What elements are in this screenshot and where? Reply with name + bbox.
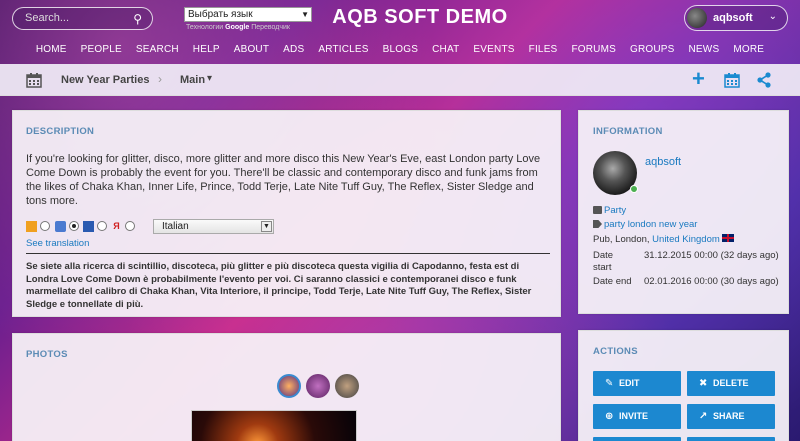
- photo-thumbnail[interactable]: [335, 374, 359, 398]
- credit-prefix: Технологии: [186, 24, 224, 31]
- breadcrumb-item-main[interactable]: Main: [180, 74, 205, 86]
- user-menu[interactable]: aqbsoft ⌄: [684, 5, 788, 31]
- share-icon[interactable]: [756, 72, 772, 88]
- more-action-button[interactable]: [687, 437, 775, 441]
- language-select-value: Выбрать язык: [188, 9, 253, 20]
- edit-button[interactable]: ✎ EDIT: [593, 371, 681, 396]
- calendar-icon: [26, 73, 42, 88]
- chevron-down-icon[interactable]: ▾: [207, 73, 212, 84]
- photo-thumbnail[interactable]: [306, 374, 330, 398]
- panel-title: INFORMATION: [593, 126, 663, 137]
- edit-icon: ✎: [605, 378, 614, 389]
- flag-uk-icon: [721, 234, 734, 242]
- language-select[interactable]: Выбрать язык ▼: [184, 7, 312, 22]
- translated-text: Se siete alla ricerca di scintillio, dis…: [26, 261, 532, 310]
- translator-radio[interactable]: [97, 221, 107, 231]
- chevron-down-icon: ▼: [261, 221, 272, 232]
- online-status-icon: [630, 185, 638, 193]
- breadcrumb: New Year Parties › Main ▾ +: [0, 64, 800, 96]
- nav-news[interactable]: NEWS: [682, 44, 727, 55]
- user-name: aqbsoft: [713, 12, 753, 24]
- nav-about[interactable]: ABOUT: [227, 44, 276, 55]
- nav-forums[interactable]: FORUMS: [564, 44, 623, 55]
- translator-logo-icon: [83, 221, 94, 232]
- information-panel: INFORMATION aqbsoft Party party london n…: [578, 110, 789, 314]
- plus-circle-icon: ⊕: [605, 411, 614, 422]
- calendar-icon[interactable]: [724, 72, 740, 88]
- nav-chat[interactable]: CHAT: [425, 44, 466, 55]
- photo-thumbnails: [277, 374, 367, 400]
- divider: [26, 253, 550, 254]
- chevron-down-icon: ⌄: [768, 11, 777, 22]
- invite-label: INVITE: [619, 411, 649, 421]
- actions-panel: ACTIONS ✎ EDIT ✖ DELETE ⊕ INVITE ↗ SHARE: [578, 330, 789, 441]
- panel-title: ACTIONS: [593, 346, 638, 357]
- date-end-label: Date end: [593, 276, 632, 287]
- close-icon: ✖: [699, 378, 708, 389]
- nav-people[interactable]: PEOPLE: [74, 44, 129, 55]
- nav-blogs[interactable]: BLOGS: [376, 44, 425, 55]
- tags-line: party london new year: [593, 219, 697, 230]
- translator-logo-icon: [26, 221, 37, 232]
- description-panel: DESCRIPTION If you're looking for glitte…: [12, 110, 561, 317]
- location-line: Pub, London, United Kingdom: [593, 234, 734, 245]
- location-text: Pub, London,: [593, 234, 650, 245]
- chevron-right-icon: ›: [158, 72, 162, 86]
- translation-options: Я Italian ▼: [26, 219, 286, 235]
- share-label: SHARE: [713, 411, 745, 421]
- country-link[interactable]: United Kingdom: [652, 234, 720, 245]
- nav-search[interactable]: SEARCH: [129, 44, 186, 55]
- nav-more[interactable]: MORE: [726, 44, 771, 55]
- photos-panel: PHOTOS: [12, 333, 561, 441]
- date-end-value: 02.01.2016 00:00 (30 days ago): [644, 276, 779, 287]
- search-input[interactable]: [25, 12, 125, 24]
- site-title[interactable]: AQB SOFT DEMO: [300, 6, 540, 29]
- share-button[interactable]: ↗ SHARE: [687, 404, 775, 429]
- google-translate-credit: Технологии Google Переводчик: [186, 24, 290, 31]
- search-box[interactable]: ⚲: [12, 7, 153, 30]
- edit-label: EDIT: [619, 378, 640, 388]
- translator-logo-icon: Я: [113, 221, 120, 231]
- delete-label: DELETE: [713, 378, 749, 388]
- main-photo[interactable]: [191, 410, 357, 441]
- nav-files[interactable]: FILES: [522, 44, 565, 55]
- panel-title: DESCRIPTION: [26, 126, 95, 137]
- translation-language-value: Italian: [162, 221, 189, 232]
- translation-language-select[interactable]: Italian ▼: [153, 219, 274, 234]
- search-icon[interactable]: ⚲: [133, 12, 142, 26]
- author-link[interactable]: aqbsoft: [645, 156, 681, 168]
- main-nav: HOME PEOPLE SEARCH HELP ABOUT ADS ARTICL…: [0, 44, 800, 55]
- folder-icon: [593, 206, 602, 214]
- category-line: Party: [593, 205, 626, 216]
- translator-radio[interactable]: [125, 221, 135, 231]
- description-text: If you're looking for glitter, disco, mo…: [26, 153, 541, 207]
- nav-home[interactable]: HOME: [29, 44, 74, 55]
- avatar: [687, 8, 707, 28]
- nav-groups[interactable]: GROUPS: [623, 44, 682, 55]
- tags-link[interactable]: party london new year: [604, 219, 697, 230]
- see-translation-link[interactable]: See translation: [26, 238, 89, 249]
- invite-button[interactable]: ⊕ INVITE: [593, 404, 681, 429]
- share-icon: ↗: [699, 411, 708, 422]
- translator-radio[interactable]: [40, 221, 50, 231]
- google-logo: Google: [225, 24, 250, 31]
- date-start-value: 31.12.2015 00:00 (32 days ago): [644, 250, 779, 261]
- add-icon[interactable]: +: [692, 68, 705, 90]
- translator-radio[interactable]: [69, 221, 79, 231]
- nav-articles[interactable]: ARTICLES: [311, 44, 375, 55]
- panel-title: PHOTOS: [26, 349, 68, 360]
- category-link[interactable]: Party: [604, 205, 626, 216]
- date-start-label: Date start: [593, 250, 614, 273]
- nav-events[interactable]: EVENTS: [466, 44, 521, 55]
- translator-logo-icon: [55, 221, 66, 232]
- more-action-button[interactable]: [593, 437, 681, 441]
- credit-suffix[interactable]: Переводчик: [251, 24, 290, 31]
- breadcrumb-item-category[interactable]: New Year Parties: [61, 74, 149, 86]
- nav-ads[interactable]: ADS: [276, 44, 311, 55]
- tag-icon: [593, 220, 602, 228]
- delete-button[interactable]: ✖ DELETE: [687, 371, 775, 396]
- top-header: ⚲ Выбрать язык ▼ Технологии Google Перев…: [0, 0, 800, 64]
- nav-help[interactable]: HELP: [186, 44, 227, 55]
- photo-thumbnail[interactable]: [277, 374, 301, 398]
